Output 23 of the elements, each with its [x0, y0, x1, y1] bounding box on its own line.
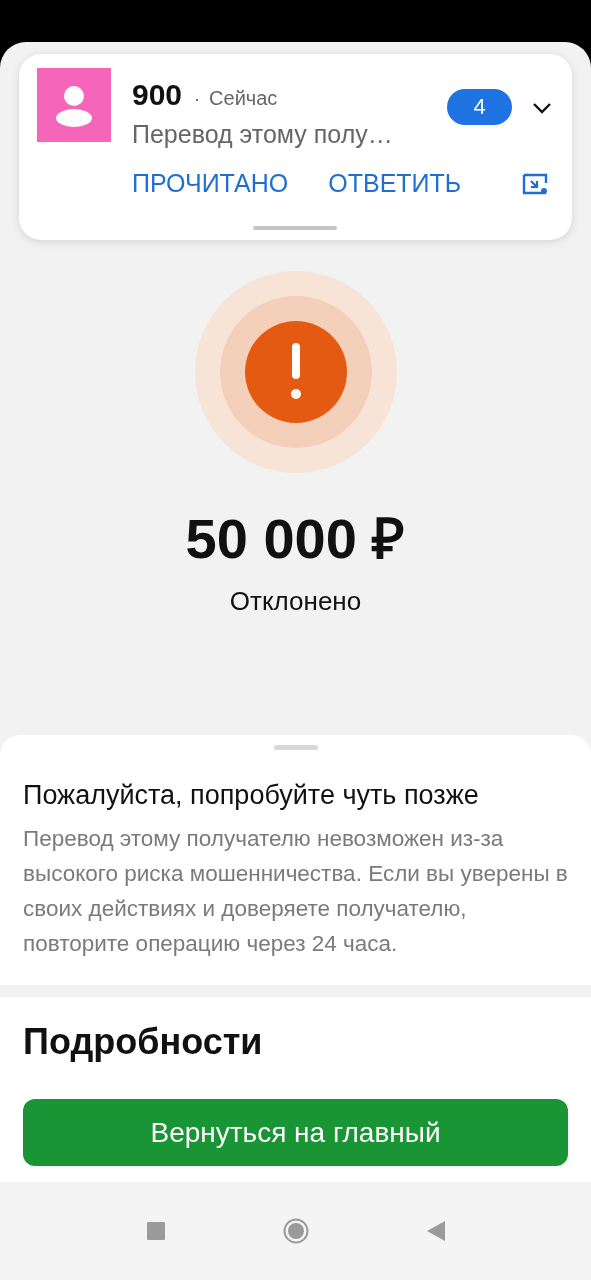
drag-handle[interactable] [253, 226, 337, 230]
status-label: Отклонено [229, 586, 362, 617]
sender-name: 900 [132, 78, 183, 112]
error-icon [193, 270, 398, 474]
back-icon[interactable] [426, 1221, 445, 1241]
separator-dot: · [194, 89, 201, 110]
action-button[interactable]: ОТВЕТИТЬ [328, 169, 462, 198]
recents-icon[interactable] [146, 1222, 165, 1240]
action-button[interactable]: ПРОЧИТАНО [132, 169, 289, 198]
notification-card[interactable]: 900 · Сейчас Перевод этому полу… 4 ПРОЧИТАНО ОТВЕТИТЬ [19, 54, 572, 240]
avatar-icon [37, 68, 111, 142]
timestamp: Сейчас [209, 87, 278, 110]
sheet-title: Пожалуйста, попробуйте чуть позже [23, 780, 480, 811]
picture-in-picture-icon[interactable] [522, 172, 548, 195]
home-icon[interactable] [282, 1218, 309, 1244]
home-button[interactable]: Вернуться на главный [23, 1099, 568, 1166]
sheet-text: Перевод этому получателю невозможен из-за высокого риска мошенничества. Если вы уверены в своих действиях и доверяете получателю, повторите операцию через 24 часа. [23, 825, 568, 958]
count-badge: 4 [447, 89, 512, 125]
amount-text: 50 000 ₽ [185, 506, 406, 572]
chevron-down-icon[interactable] [532, 102, 552, 114]
notification-message: Перевод этому полу… [132, 120, 394, 149]
drag-handle[interactable] [273, 745, 318, 750]
details-heading: Подробности [23, 1021, 264, 1063]
